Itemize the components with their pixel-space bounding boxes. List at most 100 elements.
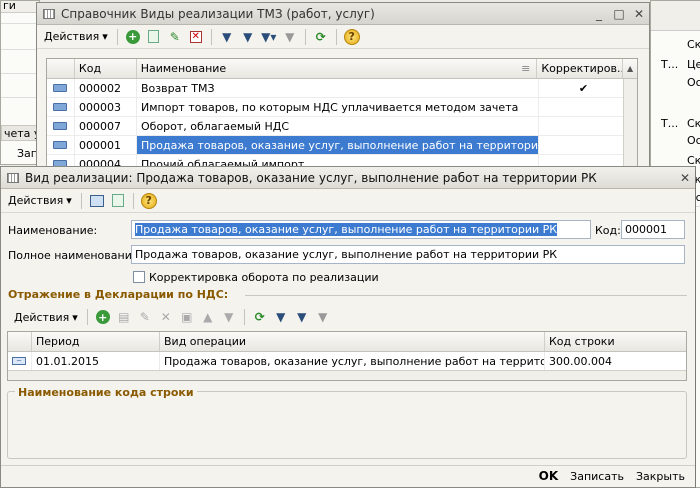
divider [245, 295, 687, 296]
end-edit-icon[interactable]: ▣ [178, 308, 196, 326]
row-operation: Продажа товаров, оказание услуг, выполне… [160, 352, 545, 370]
icon-column-header [47, 59, 75, 78]
declaration-section-title: Отражение в Декларации по НДС: [8, 288, 229, 301]
column-header-line-code[interactable]: Код строки [545, 332, 686, 351]
column-header-period[interactable]: Период [32, 332, 160, 351]
close-icon[interactable]: ✕ [629, 5, 649, 23]
divider [1, 465, 695, 466]
filter-by-value-icon[interactable]: ▼ [239, 28, 257, 46]
copy-icon[interactable]: ▤ [115, 308, 133, 326]
name-field[interactable]: Продажа товаров, оказание услуг, выполне… [131, 220, 591, 239]
column-header-name-label: Наименование [140, 62, 227, 75]
table-row[interactable]: ~ 01.01.2015 Продажа товаров, оказание у… [8, 352, 686, 371]
add-icon[interactable]: + [124, 28, 142, 46]
separator [304, 28, 306, 45]
close-icon[interactable]: ✕ [675, 169, 695, 187]
catalog-table-header: Код Наименование ≡ Корректиров... ▲ [47, 59, 637, 79]
delete-icon[interactable]: ✕ [157, 308, 175, 326]
separator [86, 309, 88, 325]
refresh-icon[interactable]: ⟳ [251, 308, 269, 326]
bg-left-tab2-label: Зап [17, 147, 38, 160]
row-check [539, 98, 625, 116]
window-icon [7, 172, 19, 183]
clear-filter-icon[interactable]: ▼ [314, 308, 332, 326]
copy-icon[interactable] [145, 28, 163, 46]
column-header-correction[interactable]: Корректиров... [537, 59, 624, 78]
row-check: ✔ [539, 79, 625, 97]
bg-left-tab2[interactable]: Зап [1, 144, 39, 164]
separator [80, 192, 82, 209]
filter-icon[interactable]: ▼ [218, 28, 236, 46]
form-actions-label: Действия [8, 194, 64, 207]
separator [116, 28, 118, 45]
divider [1, 49, 39, 50]
move-up-icon[interactable]: ▲ [199, 308, 217, 326]
bg-right-cell: Т... [661, 117, 679, 130]
horizontal-scrollbar[interactable] [8, 370, 686, 380]
row-name: Возврат ТМЗ [137, 79, 539, 97]
edit-pencil-icon[interactable]: ✎ [136, 308, 154, 326]
separator [335, 28, 337, 45]
declaration-actions-menu[interactable]: Действия ▾ [11, 311, 81, 324]
catalog-title: Справочник Виды реализации ТМЗ (работ, у… [61, 6, 375, 21]
table-row[interactable]: 000003 Импорт товаров, по которым НДС уп… [47, 98, 637, 117]
row-code: 000001 [75, 136, 137, 154]
filter-history-icon[interactable]: ▼▾ [260, 28, 278, 46]
row-name: Продажа товаров, оказание услуг, выполне… [137, 136, 539, 154]
delete-icon[interactable]: ✕ [187, 28, 205, 46]
catalog-actions-label: Действия [44, 30, 100, 43]
vertical-scrollbar[interactable] [623, 79, 637, 167]
bg-right-cell: Т... [661, 58, 679, 71]
bg-right-cell: Ск [687, 38, 700, 51]
column-header-code[interactable]: Код [75, 59, 137, 78]
table-row[interactable]: 000002 Возврат ТМЗ ✔ [47, 79, 637, 98]
add-icon[interactable]: + [94, 308, 112, 326]
close-button[interactable]: Закрыть [636, 470, 685, 483]
catalog-actions-menu[interactable]: Действия ▾ [41, 30, 111, 43]
dropdown-arrow-icon: ▾ [66, 194, 72, 207]
help-icon[interactable]: ? [140, 192, 158, 210]
maximize-icon[interactable]: □ [609, 5, 629, 23]
bg-left-tab[interactable]: чета учет [1, 125, 39, 141]
fullname-field[interactable]: Продажа товаров, оказание услуг, выполне… [131, 245, 685, 264]
column-header-operation[interactable]: Вид операции [160, 332, 545, 351]
table-row-selected[interactable]: 000001 Продажа товаров, оказание услуг, … [47, 136, 637, 155]
column-header-name[interactable]: Наименование ≡ [137, 59, 538, 78]
code-field[interactable]: 000001 [621, 220, 685, 239]
minimize-icon[interactable]: _ [589, 5, 609, 23]
row-line-code: 300.00.004 [549, 354, 612, 368]
separator [210, 28, 212, 45]
divider [1, 23, 39, 24]
copy-record-icon[interactable] [109, 192, 127, 210]
save-record-icon[interactable] [88, 192, 106, 210]
form-button-bar: OK Записать Закрыть [527, 469, 685, 483]
background-window-left: ги чета учет Зап [0, 0, 40, 165]
edit-pencil-icon[interactable]: ✎ [166, 28, 184, 46]
code-label: Код: [595, 224, 621, 237]
scrollbar-up-button[interactable]: ▲ [623, 59, 637, 78]
row-icon [47, 117, 75, 135]
row-icon [47, 98, 75, 116]
form-toolbar: Действия ▾ ? [1, 189, 695, 213]
row-check [539, 136, 625, 154]
save-button[interactable]: Записать [570, 470, 624, 483]
clear-filter-icon[interactable]: ▼ [281, 28, 299, 46]
refresh-icon[interactable]: ⟳ [312, 28, 330, 46]
name-label: Наименование: [8, 224, 98, 237]
icon-column-header [8, 332, 32, 351]
form-actions-menu[interactable]: Действия ▾ [5, 194, 75, 207]
declaration-toolbar: Действия ▾ + ▤ ✎ ✕ ▣ ▲ ▼ ⟳ ▼ ▼ ▼ [7, 305, 687, 329]
move-down-icon[interactable]: ▼ [220, 308, 238, 326]
name-field-value: Продажа товаров, оказание услуг, выполне… [135, 223, 558, 236]
ok-button[interactable]: OK [539, 469, 559, 483]
table-row[interactable]: 000007 Оборот, облагаемый НДС [47, 117, 637, 136]
form-window: Вид реализации: Продажа товаров, оказани… [0, 166, 696, 488]
form-title: Вид реализации: Продажа товаров, оказани… [25, 170, 597, 185]
row-name: Импорт товаров, по которым НДС уплачивае… [137, 98, 539, 116]
bg-right-cell: Ос [687, 134, 700, 147]
correction-checkbox[interactable] [133, 271, 145, 283]
bg-left-tab-label: чета учет [4, 127, 39, 140]
filter-icon[interactable]: ▼ [272, 308, 290, 326]
filter-by-value-icon[interactable]: ▼ [293, 308, 311, 326]
help-icon[interactable]: ? [343, 28, 361, 46]
